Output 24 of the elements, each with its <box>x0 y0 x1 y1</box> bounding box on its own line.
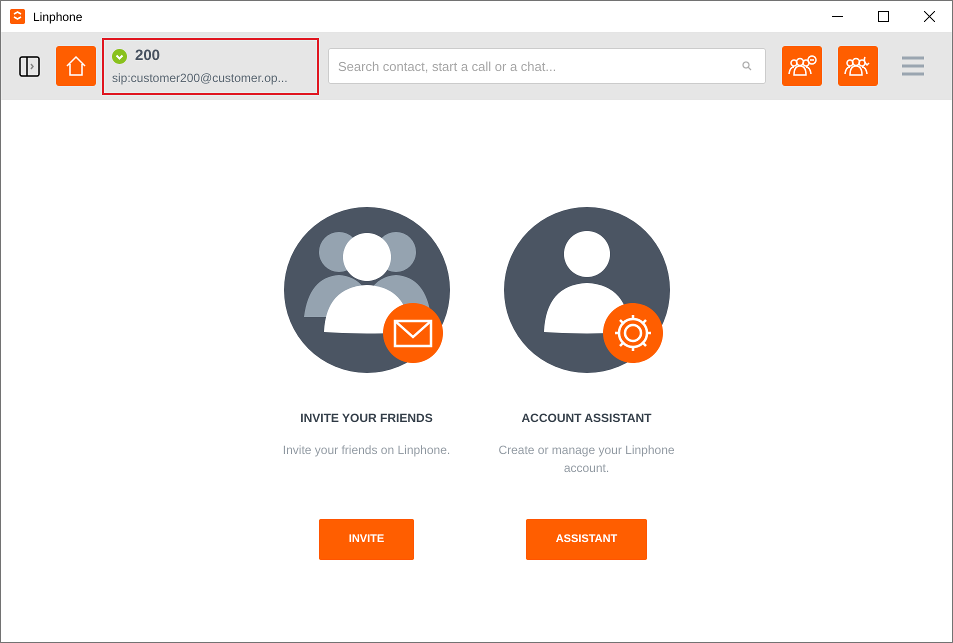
card-action-button[interactable]: INVITE <box>318 519 414 560</box>
home-button[interactable] <box>56 46 96 86</box>
home-icon <box>65 55 87 77</box>
card-title: ACCOUNT ASSISTANT <box>522 410 652 427</box>
group-chat-icon <box>787 55 817 77</box>
group-chat-button[interactable] <box>782 46 822 86</box>
menu-icon[interactable] <box>902 55 924 77</box>
sidebar-toggle-icon[interactable] <box>19 56 40 76</box>
close-icon <box>924 11 934 22</box>
card-action-button[interactable]: ASSISTANT <box>526 519 648 560</box>
card-description: Invite your friends on Linphone. <box>282 442 452 459</box>
friends-avatar-icon <box>284 207 450 373</box>
card-description: Create or manage your Linphone account. <box>497 442 676 477</box>
user-avatar-icon <box>504 207 670 373</box>
account-panel[interactable]: 200 sip:customer200@customer.op... <box>102 38 319 94</box>
app-logo-icon <box>10 9 25 24</box>
search-field[interactable]: Search contact, start a call or a chat... <box>328 48 766 84</box>
account-name: 200 <box>135 46 160 66</box>
card-title: INVITE YOUR FRIENDS <box>300 410 433 427</box>
window-title: Linphone <box>33 8 82 26</box>
search-icon <box>742 61 752 71</box>
account-address: sip:customer200@customer.op... <box>112 70 289 88</box>
maximize-icon <box>878 11 888 22</box>
group-call-button[interactable] <box>838 46 878 86</box>
